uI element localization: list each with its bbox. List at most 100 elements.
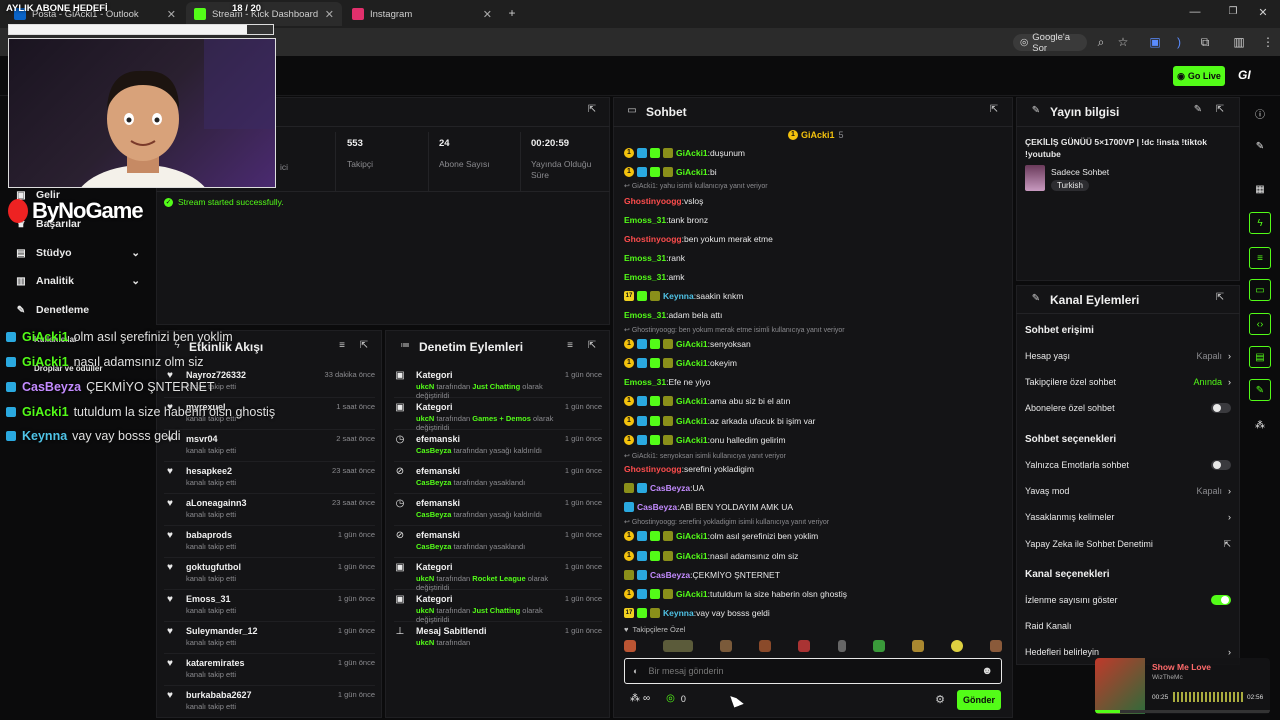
google-ask-button[interactable]: ◎ Google'a Sor bbox=[1013, 32, 1087, 54]
chat-username[interactable]: Emoss_31 bbox=[624, 377, 666, 387]
filter-icon[interactable]: ≡ bbox=[564, 340, 576, 351]
chat-username[interactable]: GiAcki1 bbox=[676, 551, 708, 561]
chat-message[interactable]: 1 GiAcki1: duşunum bbox=[624, 146, 745, 160]
users-icon[interactable]: ⁂ bbox=[630, 693, 640, 704]
emote-icon[interactable] bbox=[872, 640, 885, 652]
edit-icon[interactable]: ✎ bbox=[1249, 135, 1271, 157]
go-live-button[interactable]: ◉ Go Live bbox=[1173, 66, 1225, 86]
chat-message[interactable]: CasBeyza: ABİ BEN YOLDAYIM AMK UA bbox=[624, 500, 793, 514]
chat-bubble-icon[interactable]: ▭ bbox=[1249, 279, 1271, 301]
minimize-icon[interactable]: — bbox=[1188, 6, 1202, 18]
emote-only-setting[interactable]: Yalnızca Emotlarla sohbet bbox=[1025, 456, 1231, 474]
chat-username[interactable]: GiAcki1 bbox=[676, 339, 708, 349]
sidebar-item-studio[interactable]: ▤ Stüdyo ⌄ bbox=[14, 243, 140, 263]
slow-mode-setting[interactable]: Yavaş mod Kapalı › bbox=[1025, 482, 1231, 500]
chat-username[interactable]: Keynna bbox=[663, 291, 694, 301]
new-tab-icon[interactable]: + bbox=[504, 6, 520, 20]
emote-icon[interactable] bbox=[989, 640, 1002, 652]
bolt-icon[interactable]: ϟ bbox=[1249, 212, 1271, 234]
chat-username[interactable]: GiAcki1 bbox=[676, 148, 708, 158]
chat-message[interactable]: 17 Keynna: saakin knkm bbox=[624, 289, 743, 303]
chat-message[interactable]: Emoss_31: Efe ne yiyo bbox=[624, 375, 711, 389]
chat-message[interactable]: Emoss_31: rank bbox=[624, 251, 685, 265]
translate-icon[interactable]: ▣ bbox=[1148, 35, 1162, 49]
chat-message[interactable]: 1 GiAcki1: bi bbox=[624, 165, 717, 179]
chat-message[interactable]: 1 GiAcki1: tutuldum la size haberin olsn … bbox=[624, 587, 847, 601]
popout-icon[interactable]: ⇱ bbox=[1214, 104, 1226, 115]
chat-message[interactable]: 1 GiAcki1: senyoksan bbox=[624, 337, 751, 351]
tab-kick-dashboard[interactable]: Stream - Kick Dashboard ✕ bbox=[186, 2, 342, 26]
close-icon[interactable]: ✕ bbox=[167, 8, 176, 21]
chat-message[interactable]: 1 GiAcki1: onu halledim gelirim bbox=[624, 433, 786, 447]
raid-channel-setting[interactable]: Raid Kanalı bbox=[1025, 617, 1231, 635]
chat-username[interactable]: Emoss_31 bbox=[624, 215, 666, 225]
chat-username[interactable]: Keynna bbox=[663, 608, 694, 618]
menu-dots-icon[interactable]: ⋮ bbox=[1262, 35, 1274, 49]
chat-username[interactable]: Ghostinyoogg bbox=[624, 196, 682, 206]
edit-icon[interactable]: ✎ bbox=[1192, 104, 1204, 115]
chat-message[interactable]: CasBeyza: UA bbox=[624, 481, 704, 495]
chat-username[interactable]: GiAcki1 bbox=[676, 396, 708, 406]
emote-icon[interactable] bbox=[950, 640, 963, 652]
chat-input[interactable]: ◐ Bir mesaj gönderin ☻ bbox=[624, 658, 1002, 684]
popout-icon[interactable]: ⇱ bbox=[586, 104, 598, 115]
tab-instagram[interactable]: Instagram ✕ bbox=[344, 2, 500, 26]
chat-message[interactable]: 1 GiAcki1: okeyim bbox=[624, 356, 737, 370]
share-icon[interactable]: ⁂ bbox=[1249, 414, 1271, 436]
popout-icon[interactable]: ⇱ bbox=[358, 340, 370, 351]
stack-icon[interactable]: ▤ bbox=[1249, 346, 1271, 368]
wrench-icon[interactable]: ✎ bbox=[1249, 379, 1271, 401]
emote-icon[interactable] bbox=[911, 640, 924, 652]
chat-username[interactable]: Ghostinyoogg bbox=[624, 234, 682, 244]
chat-username[interactable]: Ghostinyoogg bbox=[624, 464, 682, 474]
emote-icon[interactable] bbox=[720, 640, 733, 652]
show-viewers-setting[interactable]: İzlenme sayısını göster bbox=[1025, 591, 1231, 609]
emoji-icon[interactable]: ☻ bbox=[981, 665, 993, 677]
chat-username[interactable]: CasBeyza bbox=[637, 502, 677, 512]
subs-chat-setting[interactable]: Abonelere özel sohbet bbox=[1025, 399, 1231, 417]
chat-message[interactable]: 1 GiAcki1: ama abu siz bi el atın bbox=[624, 394, 790, 408]
chat-message[interactable]: 17 Keynna: vay vay bosss geldi bbox=[624, 606, 770, 620]
close-window-icon[interactable]: ✕ bbox=[1256, 6, 1270, 19]
account-age-setting[interactable]: Hesap yaşı Kapalı › bbox=[1025, 347, 1231, 365]
sidebar-toggle-icon[interactable]: ▥ bbox=[1232, 35, 1246, 49]
audio-icon[interactable]: ) bbox=[1172, 35, 1186, 49]
toggle-switch[interactable] bbox=[1211, 460, 1231, 470]
chat-username[interactable]: Emoss_31 bbox=[624, 272, 666, 282]
emote-icon[interactable] bbox=[798, 640, 811, 652]
settings-gear-icon[interactable]: ⚙ bbox=[934, 693, 946, 706]
chat-username[interactable]: Emoss_31 bbox=[624, 310, 666, 320]
chat-message[interactable]: 1 GiAcki1: az arkada ufacuk bi işim var bbox=[624, 414, 815, 428]
chat-message[interactable]: Ghostinyoogg: vsloş bbox=[624, 194, 703, 208]
chat-username[interactable]: GiAcki1 bbox=[676, 589, 708, 599]
chat-message[interactable]: Emoss_31: adam bela attı bbox=[624, 308, 722, 322]
chat-username[interactable]: GiAcki1 bbox=[676, 416, 708, 426]
popout-icon[interactable]: ⇱ bbox=[1214, 292, 1226, 303]
chat-message[interactable]: 1 GiAcki1: nasıl adamsınız olm siz bbox=[624, 549, 798, 563]
layout-icon[interactable]: ▦ bbox=[1249, 178, 1271, 200]
ai-moderation-setting[interactable]: Yapay Zeka ile Sohbet Denetimi ⇱ bbox=[1025, 535, 1231, 553]
toggle-switch[interactable] bbox=[1211, 403, 1231, 413]
chat-message[interactable]: Emoss_31: tank bronz bbox=[624, 213, 708, 227]
chat-username[interactable]: CasBeyza bbox=[650, 570, 690, 580]
chat-message[interactable]: 1 GiAcki1: olm asıl şerefinizi ben yoklim bbox=[624, 529, 818, 543]
info-icon[interactable]: ⓘ bbox=[1249, 102, 1271, 124]
code-icon[interactable]: ‹› bbox=[1249, 313, 1271, 335]
bookmark-star-icon[interactable]: ☆ bbox=[1116, 35, 1130, 49]
extensions-icon[interactable]: ⧉ bbox=[1198, 35, 1212, 50]
emote-icon[interactable] bbox=[624, 640, 636, 652]
banned-words-setting[interactable]: Yasaklanmış kelimeler › bbox=[1025, 508, 1231, 526]
sidebar-item-analytics[interactable]: ▥ Analitik ⌄ bbox=[14, 271, 140, 291]
chat-message[interactable]: Ghostinyoogg: ben yokum merak etme bbox=[624, 232, 773, 246]
popout-icon[interactable]: ⇱ bbox=[586, 340, 598, 351]
list-icon[interactable]: ≡ bbox=[1249, 247, 1271, 269]
send-button[interactable]: Gönder bbox=[957, 690, 1001, 710]
chat-username[interactable]: GiAcki1 bbox=[676, 358, 708, 368]
chat-message[interactable]: Ghostinyoogg: serefini yokladigim bbox=[624, 462, 754, 476]
emote-icon[interactable] bbox=[663, 640, 694, 652]
chat-message[interactable]: CasBeyza: ÇEKMİYO ŞNTERNET bbox=[624, 568, 780, 582]
close-icon[interactable]: ✕ bbox=[325, 8, 334, 21]
chat-username[interactable]: CasBeyza bbox=[650, 483, 690, 493]
popout-icon[interactable]: ⇱ bbox=[988, 104, 1000, 115]
chat-username[interactable]: GiAcki1 bbox=[676, 531, 708, 541]
